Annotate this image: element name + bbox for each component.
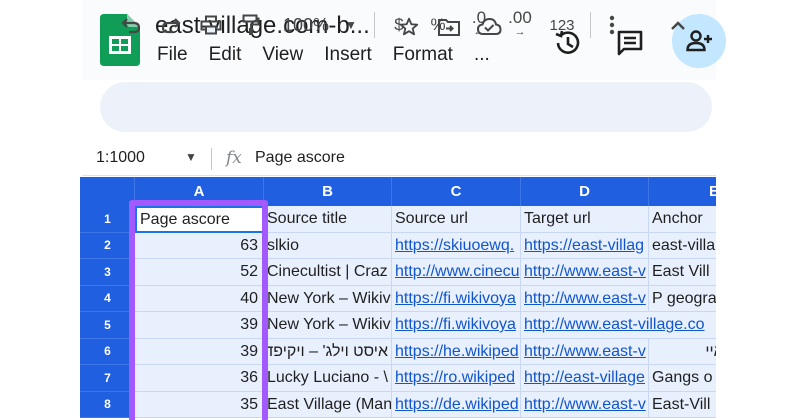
- row-header[interactable]: 3: [80, 259, 135, 286]
- cell-a5[interactable]: 39: [135, 312, 264, 339]
- more-formats-button[interactable]: 123: [546, 0, 578, 50]
- cell-b1[interactable]: Source title: [264, 206, 392, 233]
- spreadsheet-grid: A B C D E 1 Page ascore Source title Sou…: [80, 177, 716, 420]
- zoom-chevron-down-icon[interactable]: ▼: [342, 0, 360, 50]
- row-header[interactable]: 1: [80, 206, 135, 233]
- increase-decimal-button[interactable]: .00 →: [503, 0, 537, 50]
- currency-format-button[interactable]: $: [388, 0, 410, 50]
- select-all-corner[interactable]: [80, 177, 135, 206]
- column-header-b[interactable]: B: [264, 177, 392, 206]
- increase-decimal-label: .00: [508, 8, 532, 27]
- cell-c2[interactable]: https://skiuoewq.: [392, 232, 521, 259]
- cell-d8[interactable]: http://www.east-v: [521, 391, 649, 418]
- cell-a8[interactable]: 35: [135, 391, 264, 418]
- cell-d4[interactable]: http://www.east-v: [521, 285, 649, 312]
- row-header[interactable]: 8: [80, 391, 135, 418]
- cell-d5[interactable]: http://www.east-village.co: [521, 312, 716, 339]
- cell-c3[interactable]: http://www.cinecu: [392, 259, 521, 286]
- row-header[interactable]: 7: [80, 365, 135, 392]
- column-header-c[interactable]: C: [392, 177, 521, 206]
- cell-c6[interactable]: https://he.wikiped: [392, 338, 521, 365]
- cell-e6[interactable]: ה של האיי: [649, 338, 716, 365]
- zoom-select[interactable]: 100%: [280, 0, 332, 50]
- cell-a4[interactable]: 40: [135, 285, 264, 312]
- collapse-chevron-up-icon[interactable]: [666, 0, 690, 50]
- cell-b5[interactable]: New York – Wikiv: [264, 312, 392, 339]
- cell-e7[interactable]: Gangs o: [649, 365, 716, 392]
- column-header-d[interactable]: D: [521, 177, 649, 206]
- cell-b7[interactable]: Lucky Luciano - \: [264, 365, 392, 392]
- print-icon[interactable]: [198, 0, 224, 50]
- cell-e1[interactable]: Anchor: [649, 206, 716, 233]
- cell-a7[interactable]: 36: [135, 365, 264, 392]
- row-header[interactable]: 2: [80, 232, 135, 259]
- cell-b8[interactable]: East Village (Man: [264, 391, 392, 418]
- cell-c1[interactable]: Source url: [392, 206, 521, 233]
- cell-b3[interactable]: Cinecultist | Craz: [264, 259, 392, 286]
- cell-a6[interactable]: 39: [135, 338, 264, 365]
- cell-d7[interactable]: http://east-village: [521, 365, 649, 392]
- cell-c4[interactable]: https://fi.wikivoya: [392, 285, 521, 312]
- row-header[interactable]: 4: [80, 285, 135, 312]
- cell-e3[interactable]: East Vill: [649, 259, 716, 286]
- formula-input[interactable]: Page ascore: [255, 149, 345, 167]
- name-box[interactable]: 1:1000: [96, 149, 145, 167]
- decrease-decimal-button[interactable]: .0 ←: [463, 0, 495, 50]
- cell-d2[interactable]: https://east-villag: [521, 232, 649, 259]
- decrease-decimal-label: .0: [471, 8, 487, 27]
- cell-d1[interactable]: Target url: [521, 206, 649, 233]
- cell-e8[interactable]: East-Vill: [649, 391, 716, 418]
- cell-c5[interactable]: https://fi.wikivoya: [392, 312, 521, 339]
- more-vert-icon[interactable]: [602, 0, 622, 50]
- cell-c8[interactable]: https://de.wikiped: [392, 391, 521, 418]
- arrow-right-icon: →: [514, 26, 526, 38]
- toolbar: [100, 82, 712, 132]
- redo-icon[interactable]: [158, 0, 184, 50]
- name-box-chevron-down-icon[interactable]: ▼: [185, 150, 197, 164]
- cell-b2[interactable]: slkio: [264, 232, 392, 259]
- row-header[interactable]: 5: [80, 312, 135, 339]
- cell-b6[interactable]: איסט וילג' – ויקיפד: [264, 338, 392, 365]
- cell-b4[interactable]: New York – Wikiv: [264, 285, 392, 312]
- cell-c7[interactable]: https://ro.wikiped: [392, 365, 521, 392]
- fx-icon: fx: [226, 148, 242, 168]
- cell-a1[interactable]: Page ascore: [135, 206, 264, 233]
- cell-a2[interactable]: 63: [135, 232, 264, 259]
- formula-bar: [82, 142, 716, 176]
- cell-e2[interactable]: east-villa: [649, 232, 716, 259]
- paint-format-icon[interactable]: [238, 0, 264, 50]
- cell-a3[interactable]: 52: [135, 259, 264, 286]
- row-header[interactable]: 6: [80, 338, 135, 365]
- arrow-left-icon: ←: [473, 26, 485, 38]
- column-header-a[interactable]: A: [135, 177, 264, 206]
- undo-icon[interactable]: [118, 0, 144, 50]
- formula-bar-divider: [211, 148, 212, 170]
- toolbar-divider: [590, 12, 591, 38]
- toolbar-divider: [374, 12, 375, 38]
- cell-e4[interactable]: P geogra: [649, 285, 716, 312]
- column-header-e[interactable]: E: [649, 177, 716, 206]
- percent-format-button[interactable]: %: [426, 0, 450, 50]
- cell-d6[interactable]: http://www.east-v: [521, 338, 649, 365]
- cell-d3[interactable]: http://www.east-v: [521, 259, 649, 286]
